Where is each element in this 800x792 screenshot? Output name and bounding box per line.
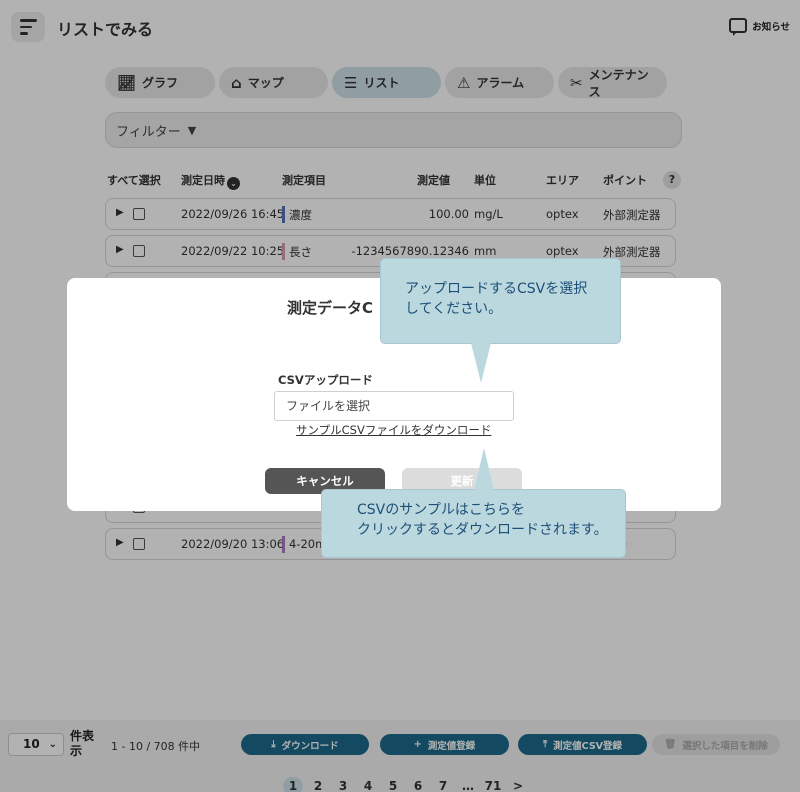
dialog-title: 測定データC [287, 299, 374, 317]
csv-upload-label: CSVアップロード [278, 373, 373, 387]
file-select-input[interactable]: ファイルを選択 [274, 391, 514, 421]
upload-tooltip: アップロードするCSVを選択 してください。 [380, 258, 621, 383]
sample-csv-download-link[interactable]: サンプルCSVファイルをダウンロード [296, 422, 491, 438]
sample-tooltip: CSVのサンプルはこちらを クリックするとダウンロードされます。 [321, 448, 626, 558]
